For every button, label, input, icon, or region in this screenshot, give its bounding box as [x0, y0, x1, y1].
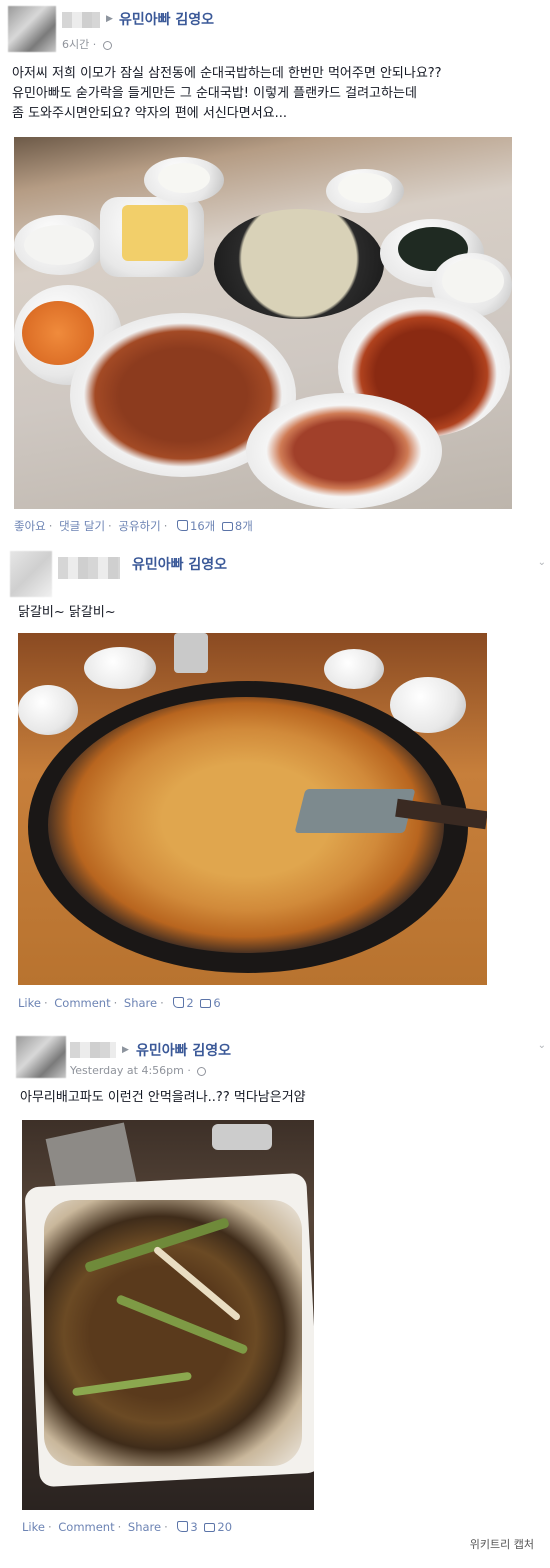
author-name[interactable]: 유민아빠 김영오: [136, 1040, 231, 1060]
chevron-down-icon[interactable]: ⌄: [538, 1040, 546, 1051]
speech-bubble-icon: [204, 1523, 216, 1532]
post-meta: 6시간 ·: [62, 36, 112, 52]
post-text: 닭갈비~ 닭갈비~: [18, 603, 116, 623]
text-line: 유민아빠도 숟가락을 들게만든 그 순대국밥! 이렇게 플랜카드 걸려고하는데: [12, 86, 417, 101]
like-count[interactable]: 2: [186, 996, 193, 1010]
globe-icon: [102, 40, 112, 50]
like-link[interactable]: Like: [22, 1520, 45, 1534]
text-line: 아무리배고파도 이런건 안먹을려나..?? 먹다남은거얌: [20, 1090, 306, 1105]
comment-link[interactable]: Comment: [58, 1520, 114, 1534]
blurred-name: [70, 1042, 116, 1058]
share-link[interactable]: Share: [128, 1520, 161, 1534]
comment-link[interactable]: Comment: [54, 996, 110, 1010]
post-photo[interactable]: [14, 137, 512, 509]
post-3: ▶ 유민아빠 김영오 Yesterday at 4:56pm · ⌄ 아무리배고…: [0, 1030, 550, 1540]
right-triangle-icon: ▶: [106, 14, 113, 24]
post-2: 유민아빠 김영오 ⌄ 닭갈비~ 닭갈비~ Like · Comment · Shar…: [0, 545, 550, 1015]
post-text: 아무리배고파도 이런건 안먹을려나..?? 먹다남은거얌: [20, 1088, 306, 1108]
globe-icon: [197, 1066, 207, 1076]
avatar[interactable]: [10, 551, 52, 597]
avatar[interactable]: [16, 1036, 66, 1078]
timestamp[interactable]: Yesterday at 4:56pm: [70, 1064, 184, 1077]
like-link[interactable]: 좋아요: [14, 519, 46, 533]
speech-bubble-icon: [221, 522, 233, 531]
like-link[interactable]: Like: [18, 996, 41, 1010]
like-count[interactable]: 16개: [190, 519, 215, 533]
right-triangle-icon: ▶: [122, 1045, 129, 1055]
text-line: 아저씨 저희 이모가 잠실 삼전동에 순대국밥하는데 한번만 먹어주면 안되나요…: [12, 66, 442, 81]
thumbs-up-icon: [177, 520, 188, 531]
post-photo[interactable]: [18, 633, 487, 985]
author-name[interactable]: 유민아빠 김영오: [132, 554, 227, 574]
post-text: 아저씨 저희 이모가 잠실 삼전동에 순대국밥하는데 한번만 먹어주면 안되나요…: [12, 64, 442, 124]
timestamp[interactable]: 6시간: [62, 38, 89, 51]
comment-count[interactable]: 8개: [235, 519, 253, 533]
avatar[interactable]: [8, 6, 56, 52]
blurred-name: [58, 557, 120, 579]
thumbs-up-icon: [173, 997, 185, 1008]
thumbs-up-icon: [177, 1521, 189, 1532]
source-caption: 위키트리 캡처: [469, 1538, 534, 1551]
comment-link[interactable]: 댓글 달기: [59, 519, 105, 533]
post-meta: Yesterday at 4:56pm ·: [70, 1064, 207, 1077]
post-actions: 좋아요 · 댓글 달기 · 공유하기 · 16개 8개: [14, 519, 253, 533]
chevron-down-icon[interactable]: ⌄: [538, 557, 546, 568]
post-photo[interactable]: [22, 1120, 314, 1510]
post-1: ▶ 유민아빠 김영오 6시간 · 아저씨 저희 이모가 잠실 삼전동에 순대국밥…: [0, 0, 550, 545]
comment-count[interactable]: 20: [217, 1520, 232, 1534]
text-line: 닭갈비~ 닭갈비~: [18, 605, 116, 620]
speech-bubble-icon: [200, 999, 212, 1008]
like-count[interactable]: 3: [190, 1520, 197, 1534]
author-name[interactable]: 유민아빠 김영오: [119, 9, 214, 29]
share-link[interactable]: Share: [124, 996, 157, 1010]
blurred-name: [62, 12, 100, 28]
share-link[interactable]: 공유하기: [118, 519, 160, 533]
post-actions: Like · Comment · Share · 3 20: [22, 1520, 233, 1534]
post-actions: Like · Comment · Share · 2 6: [18, 996, 221, 1010]
comment-count[interactable]: 6: [213, 996, 220, 1010]
text-line: 좀 도와주시면안되요? 약자의 편에 서신다면서요...: [12, 106, 288, 121]
